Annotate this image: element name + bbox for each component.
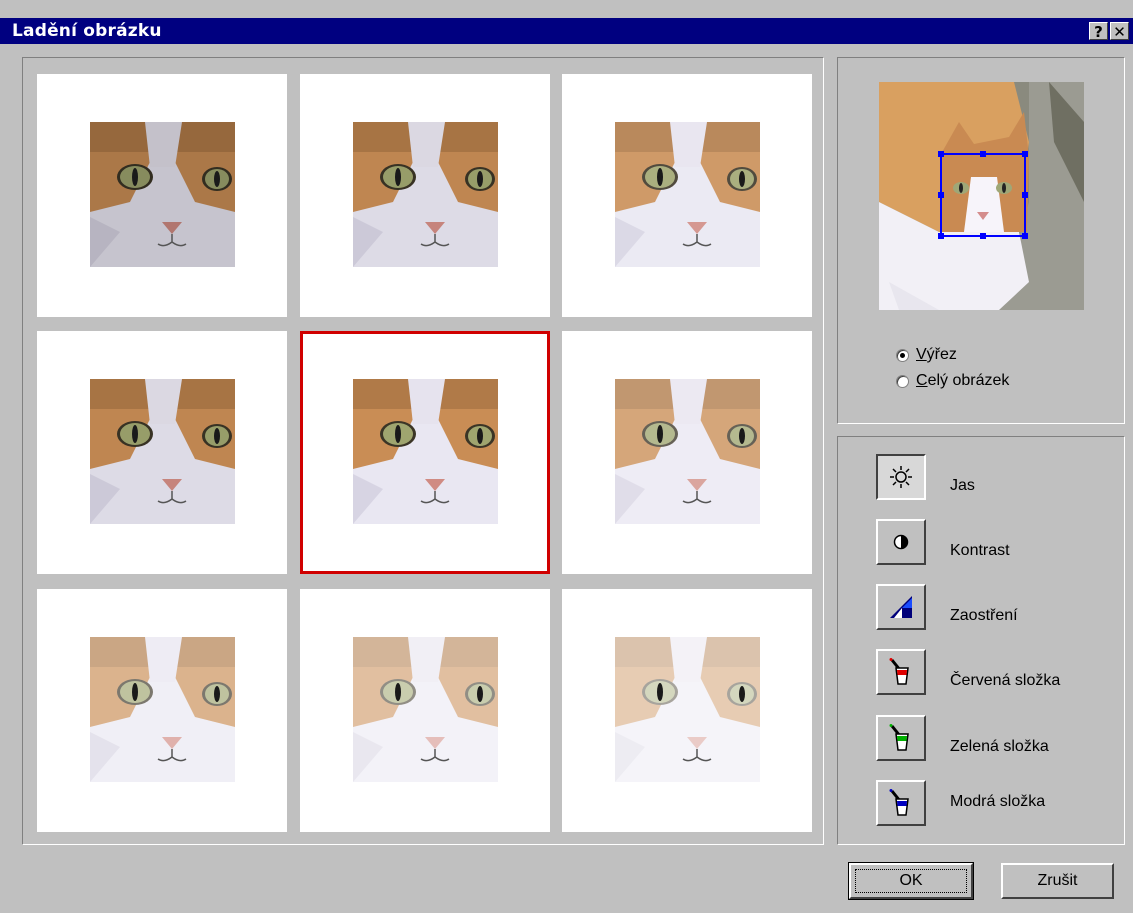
image-adjust-dialog: Ladění obrázku ? ✕ Výřez Celý obrázek Ja… bbox=[0, 0, 1133, 913]
radio-whole-image-label: Celý obrázek bbox=[916, 372, 1010, 389]
variant-thumbnail bbox=[615, 637, 760, 782]
variant-cell[interactable] bbox=[300, 74, 550, 317]
window-title: Ladění obrázku bbox=[12, 21, 162, 41]
variant-thumbnail bbox=[353, 637, 498, 782]
blue-channel-label: Modrá složka bbox=[950, 793, 1046, 810]
variant-thumbnail bbox=[90, 122, 235, 267]
brightness-button[interactable] bbox=[876, 454, 926, 500]
variant-thumbnail bbox=[353, 122, 498, 267]
radio-whole-image[interactable]: Celý obrázek bbox=[896, 372, 1009, 390]
focus-rect bbox=[855, 869, 967, 893]
variant-thumbnail bbox=[90, 379, 235, 524]
blue-channel-button[interactable] bbox=[876, 780, 926, 826]
blue-paint-bucket-icon bbox=[889, 789, 909, 816]
sun-icon bbox=[890, 466, 912, 488]
green-paint-bucket-icon bbox=[889, 724, 909, 751]
adjustment-tools-panel: Jas Kontrast Zaostření Červená složka Ze… bbox=[837, 436, 1125, 845]
radio-crop[interactable]: Výřez bbox=[896, 346, 957, 364]
variants-panel bbox=[22, 57, 824, 845]
green-channel-button[interactable] bbox=[876, 715, 926, 761]
sharpen-icon bbox=[890, 596, 912, 618]
variant-cell[interactable] bbox=[562, 589, 812, 832]
brightness-label: Jas bbox=[950, 477, 975, 494]
variant-cell[interactable] bbox=[37, 589, 287, 832]
red-channel-label: Červená složka bbox=[950, 672, 1061, 689]
radio-crop-indicator[interactable] bbox=[896, 348, 909, 362]
contrast-icon bbox=[893, 534, 909, 550]
radio-crop-label: Výřez bbox=[916, 346, 957, 363]
cat-full-photo bbox=[879, 82, 1084, 310]
cancel-button[interactable]: Zrušit bbox=[1001, 863, 1114, 899]
variant-cell[interactable] bbox=[300, 589, 550, 832]
variant-thumbnail bbox=[615, 122, 760, 267]
green-channel-label: Zelená složka bbox=[950, 738, 1049, 755]
variant-cell[interactable] bbox=[37, 74, 287, 317]
variant-cell[interactable] bbox=[300, 331, 550, 574]
contrast-button[interactable] bbox=[876, 519, 926, 565]
help-button[interactable]: ? bbox=[1089, 22, 1108, 41]
full-image-preview[interactable] bbox=[879, 82, 1084, 310]
red-channel-button[interactable] bbox=[876, 649, 926, 695]
variant-thumbnail bbox=[615, 379, 760, 524]
sharpen-label: Zaostření bbox=[950, 607, 1018, 624]
cancel-label: Zrušit bbox=[1037, 872, 1078, 889]
variant-thumbnail bbox=[353, 379, 498, 524]
preview-panel: Výřez Celý obrázek bbox=[837, 57, 1125, 424]
red-paint-bucket-icon bbox=[889, 658, 909, 685]
contrast-label: Kontrast bbox=[950, 542, 1010, 559]
variant-cell[interactable] bbox=[562, 331, 812, 574]
variant-thumbnail bbox=[90, 637, 235, 782]
title-bar: Ladění obrázku ? ✕ bbox=[0, 18, 1133, 44]
variant-cell[interactable] bbox=[562, 74, 812, 317]
ok-button[interactable]: OK bbox=[848, 862, 974, 900]
radio-whole-image-indicator[interactable] bbox=[896, 374, 909, 388]
sharpen-button[interactable] bbox=[876, 584, 926, 630]
close-button[interactable]: ✕ bbox=[1110, 22, 1129, 41]
variant-cell[interactable] bbox=[37, 331, 287, 574]
